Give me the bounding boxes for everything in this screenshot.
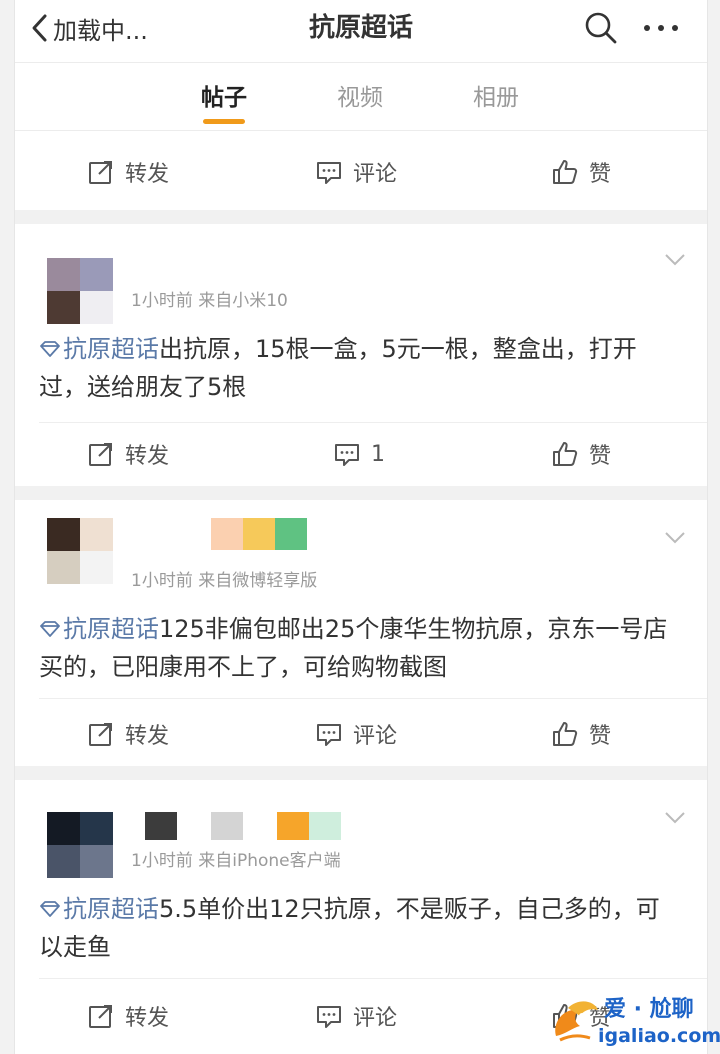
post-text: 抗原超话125非偏包邮出25个康华生物抗原，京东一号店买的，已阳康用不上了，可给… (39, 610, 679, 686)
chevron-left-icon (32, 14, 47, 42)
repost-label: 转发 (125, 724, 170, 749)
supertopic-label: 抗原超话 (63, 895, 159, 923)
comment-icon (335, 444, 359, 466)
top-bar: 加载中... 抗原超话 (15, 0, 707, 63)
like-button[interactable]: 赞 (551, 696, 611, 772)
repost-icon (89, 161, 112, 184)
chevron-down-icon[interactable] (663, 252, 687, 268)
supertopic-link[interactable]: 抗原超话 (39, 335, 159, 363)
supertopic-link[interactable]: 抗原超话 (39, 895, 159, 923)
more-icon[interactable] (639, 10, 683, 46)
thumbs-up-icon (553, 722, 578, 746)
tab-albums[interactable]: 相册 (473, 78, 519, 112)
like-button[interactable]: 赞 (551, 416, 611, 492)
diamond-icon (40, 621, 60, 637)
comment-count: 1 (371, 441, 385, 467)
post-text: 抗原超话5.5单价出12只抗原，不是贩子，自己多的，可以走鱼 (39, 890, 679, 966)
post-card: 1小时前 来自小米10 抗原超话出抗原，15根一盒，5元一根，整盒出，打开过，送… (15, 224, 707, 486)
tab-posts[interactable]: 帖子 (201, 78, 247, 112)
repost-button[interactable]: 转发 (87, 416, 169, 492)
back-button[interactable]: 加载中... (29, 8, 148, 48)
post-meta: 1小时前 来自iPhone客户端 (131, 851, 341, 871)
chevron-down-icon[interactable] (663, 530, 687, 546)
repost-button[interactable]: 转发 (87, 978, 169, 1054)
post-text: 抗原超话出抗原，15根一盒，5元一根，整盒出，打开过，送给朋友了5根 (39, 330, 679, 406)
repost-icon (89, 723, 112, 746)
repost-label: 转发 (125, 444, 170, 469)
action-bar: 转发 评论 赞 (15, 134, 707, 210)
watermark-text: 爱 · 尬聊 (604, 996, 694, 1022)
avatar[interactable] (47, 258, 113, 324)
action-bar: 转发 1 赞 (15, 416, 707, 492)
comment-label: 评论 (353, 162, 398, 187)
comment-button[interactable]: 评论 (315, 978, 397, 1054)
app-frame: 加载中... 抗原超话 帖子 视频 相册 转发 评论 赞 1小时前 来自小米10… (14, 0, 708, 1054)
comment-icon (317, 162, 341, 184)
diamond-icon (40, 901, 60, 917)
like-label: 赞 (589, 724, 612, 749)
section-divider (15, 766, 707, 780)
avatar[interactable] (47, 518, 113, 584)
supertopic-label: 抗原超话 (63, 335, 159, 363)
repost-button[interactable]: 转发 (87, 696, 169, 772)
post-meta: 1小时前 来自小米10 (131, 291, 288, 311)
comment-button[interactable]: 评论 (315, 134, 397, 210)
repost-icon (89, 1005, 112, 1028)
bird-icon (555, 1001, 598, 1042)
diamond-icon (40, 341, 60, 357)
thumbs-up-icon (553, 160, 578, 184)
watermark-logo: 爱 · 尬聊 igaliao.com (555, 996, 720, 1047)
repost-label: 转发 (125, 162, 170, 187)
post-card: 1小时前 来自微博轻享版 抗原超话125非偏包邮出25个康华生物抗原，京东一号店… (15, 500, 707, 762)
avatar[interactable] (47, 812, 113, 878)
supertopic-label: 抗原超话 (63, 615, 159, 643)
like-label: 赞 (589, 162, 612, 187)
action-bar: 转发 评论 赞 (15, 696, 707, 772)
chevron-down-icon[interactable] (663, 810, 687, 826)
comment-icon (317, 1006, 341, 1028)
like-button[interactable]: 赞 (551, 134, 611, 210)
comment-button[interactable]: 1 (333, 416, 385, 492)
repost-icon (89, 443, 112, 466)
comment-icon (317, 724, 341, 746)
back-label: 加载中... (53, 16, 148, 45)
section-divider (15, 210, 707, 224)
comment-button[interactable]: 评论 (315, 696, 397, 772)
post-meta: 1小时前 来自微博轻享版 (131, 571, 318, 591)
section-divider (15, 486, 707, 500)
tab-videos[interactable]: 视频 (337, 78, 383, 112)
supertopic-link[interactable]: 抗原超话 (39, 615, 159, 643)
repost-button[interactable]: 转发 (87, 134, 169, 210)
search-icon[interactable] (583, 10, 619, 46)
tab-bar: 帖子 视频 相册 (15, 62, 707, 131)
like-label: 赞 (589, 444, 612, 469)
comment-label: 评论 (353, 1006, 398, 1031)
thumbs-up-icon (553, 442, 578, 466)
watermark-url: igaliao.com (598, 1025, 720, 1047)
repost-label: 转发 (125, 1006, 170, 1031)
comment-label: 评论 (353, 724, 398, 749)
active-tab-indicator (203, 119, 245, 124)
